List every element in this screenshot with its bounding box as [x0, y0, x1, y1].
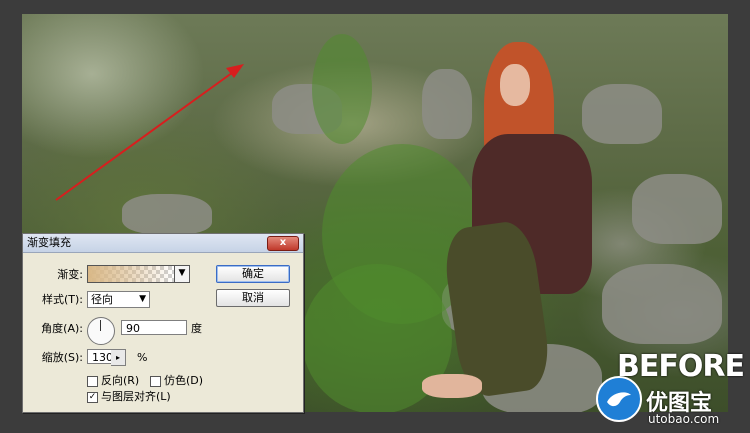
scale-input[interactable]: 130: [87, 349, 113, 364]
gradient-label: 渐变:: [57, 268, 83, 281]
reverse-checkbox[interactable]: 反向(R): [87, 374, 139, 388]
style-select-value: 径向: [91, 293, 113, 306]
angle-unit: 度: [191, 322, 202, 335]
scale-label: 缩放(S):: [41, 351, 83, 364]
angle-dial[interactable]: [87, 317, 115, 345]
rock: [602, 264, 722, 344]
rock: [422, 69, 472, 139]
scale-row: 缩放(S): 130 ▸ %: [23, 348, 213, 368]
fern: [312, 34, 372, 144]
site-url: utobao.com: [648, 412, 720, 426]
scale-unit: %: [137, 351, 148, 364]
gradient-dropdown-button[interactable]: ▼: [174, 265, 190, 283]
close-button[interactable]: x: [267, 236, 299, 251]
gradient-fill-dialog: 渐变填充 x 渐变: ▼ 样式(T): 径向 ▼ 角度(A): 90 度 缩放(…: [22, 233, 304, 413]
woman-face: [500, 64, 530, 106]
bird-icon: [607, 392, 631, 407]
angle-row: 角度(A): 90 度: [23, 317, 213, 345]
woman-feet: [422, 374, 482, 398]
rock: [582, 84, 662, 144]
scale-stepper-button[interactable]: ▸: [111, 349, 126, 366]
dither-checkbox-box[interactable]: [150, 375, 161, 387]
align-checkbox-box[interactable]: ✓: [87, 391, 98, 403]
angle-input[interactable]: 90: [121, 320, 187, 335]
dither-label: 仿色(D): [164, 374, 204, 387]
reverse-checkbox-box[interactable]: [87, 375, 98, 387]
rock: [122, 194, 212, 234]
dialog-titlebar[interactable]: 渐变填充 x: [23, 234, 303, 253]
rock: [632, 174, 722, 244]
reverse-label: 反向(R): [101, 374, 140, 387]
chevron-down-icon: ▼: [139, 294, 146, 304]
checkmark-icon: ✓: [88, 391, 97, 402]
style-label: 样式(T):: [41, 293, 83, 306]
angle-label: 角度(A):: [41, 322, 83, 335]
dither-checkbox[interactable]: 仿色(D): [150, 374, 203, 388]
style-row: 样式(T): 径向 ▼: [23, 290, 203, 310]
align-label: 与图层对齐(L): [101, 390, 171, 403]
align-checkbox[interactable]: ✓ 与图层对齐(L): [87, 390, 171, 404]
dialog-title: 渐变填充: [27, 236, 71, 249]
triangle-right-icon: ▸: [115, 353, 120, 362]
cancel-button[interactable]: 取消: [216, 289, 290, 307]
close-icon: x: [279, 237, 287, 248]
style-select[interactable]: 径向 ▼: [87, 291, 150, 308]
ok-button[interactable]: 确定: [216, 265, 290, 283]
triangle-down-icon: ▼: [178, 268, 186, 278]
gradient-row: 渐变: ▼: [23, 265, 203, 285]
gradient-preview-swatch[interactable]: [87, 265, 175, 283]
bird-logo-icon: [596, 376, 642, 422]
